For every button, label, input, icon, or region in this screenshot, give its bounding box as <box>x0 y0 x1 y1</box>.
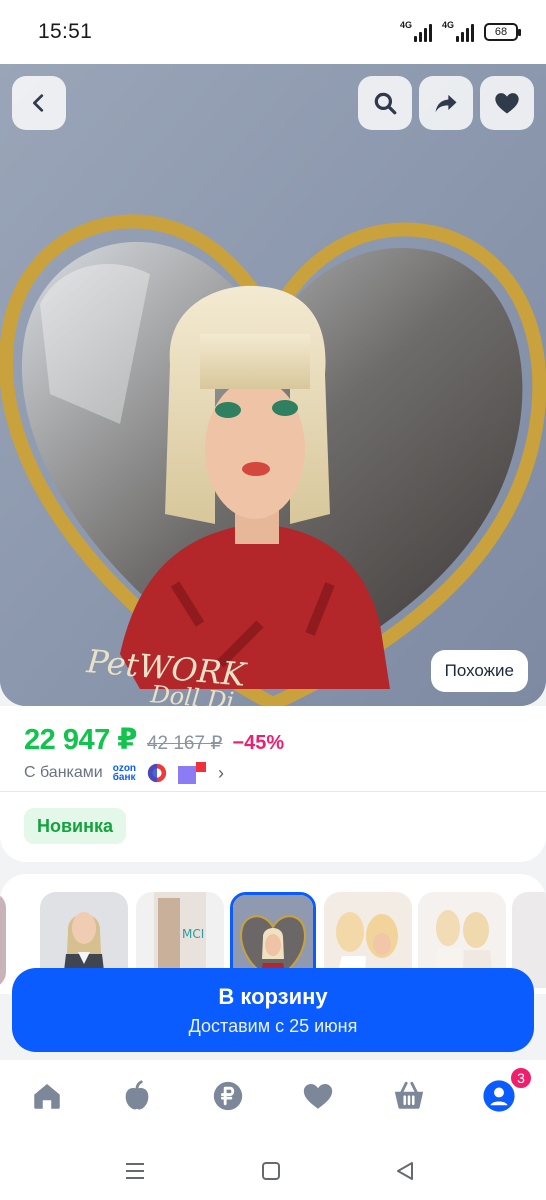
chevron-right-icon: › <box>218 762 225 783</box>
home-system-button[interactable] <box>256 1156 286 1186</box>
new-badge: Новинка <box>24 808 127 844</box>
home-icon <box>34 1083 60 1109</box>
nav-fresh[interactable] <box>117 1076 157 1116</box>
search-button[interactable] <box>358 76 412 130</box>
nav-profile[interactable]: 3 <box>479 1066 533 1116</box>
network-type-label: 4G <box>400 20 413 30</box>
fresh-icon <box>125 1080 149 1110</box>
system-nav-bar <box>0 1140 546 1200</box>
ozon-bank-logo-line2: банк <box>112 772 136 783</box>
favorites-icon <box>303 1083 333 1109</box>
svg-text:MCI: MCI <box>182 927 204 941</box>
heart-icon <box>495 93 519 114</box>
status-time: 15:51 <box>38 20 93 43</box>
price-row: 22 947 ₽ 42 167 ₽ −45% <box>24 722 284 757</box>
search-icon <box>374 92 397 115</box>
banks-label: С банками <box>24 764 103 781</box>
favorite-button[interactable] <box>480 76 534 130</box>
add-to-cart-label: В корзину <box>218 983 328 1009</box>
product-photo: PetWORK Doll Di <box>0 64 546 706</box>
thumbnail[interactable] <box>0 892 6 988</box>
profile-notification-badge: 3 <box>509 1066 533 1090</box>
delivery-date-label: Доставим с 25 июня <box>188 1015 358 1036</box>
nav-finance[interactable] <box>208 1076 248 1116</box>
recent-apps-button[interactable] <box>120 1156 150 1186</box>
add-to-cart-button[interactable]: В корзину Доставим с 25 июня <box>12 968 534 1052</box>
square-icon <box>262 1162 280 1180</box>
status-bar: 15:51 4G 4G 68 <box>0 0 546 64</box>
bottom-nav: 3 <box>0 1060 546 1140</box>
nav-favorites[interactable] <box>298 1076 338 1116</box>
menu-icon <box>126 1163 144 1179</box>
ruble-icon <box>213 1081 243 1111</box>
cart-basket-icon <box>394 1081 424 1109</box>
bank-offers-row[interactable]: С банками ozon банк › <box>24 762 224 784</box>
triangle-back-icon <box>397 1162 413 1180</box>
product-screen: 15:51 4G 4G 68 PetWORK Doll Di Похожие 2… <box>0 0 546 1200</box>
back-button[interactable] <box>12 76 66 130</box>
share-button[interactable] <box>419 76 473 130</box>
old-price: 42 167 ₽ <box>146 733 223 754</box>
back-icon <box>33 94 44 112</box>
status-icons: 4G 4G 68 <box>400 20 521 42</box>
signal-icon: 4G <box>400 20 432 42</box>
nav-home[interactable] <box>27 1076 67 1116</box>
signal-icon-2: 4G <box>442 20 474 42</box>
nav-cart[interactable] <box>389 1076 429 1116</box>
bank-logo-icon-2 <box>178 762 207 784</box>
bank-logo-icon <box>147 763 167 783</box>
battery-icon: 68 <box>484 23 521 41</box>
back-system-button[interactable] <box>390 1156 420 1186</box>
similar-button[interactable]: Похожие <box>430 650 528 692</box>
current-price: 22 947 ₽ <box>24 724 137 756</box>
product-image[interactable]: PetWORK Doll Di Похожие <box>0 64 546 706</box>
share-icon <box>435 94 457 113</box>
ozon-bank-logo: ozon банк <box>112 764 136 783</box>
discount-percent: −45% <box>232 732 285 754</box>
battery-level: 68 <box>494 26 508 38</box>
network-type-label-2: 4G <box>442 20 455 30</box>
badge-card: Новинка <box>0 792 546 862</box>
price-card: 22 947 ₽ 42 167 ₽ −45% С банками ozon ба… <box>0 706 546 792</box>
